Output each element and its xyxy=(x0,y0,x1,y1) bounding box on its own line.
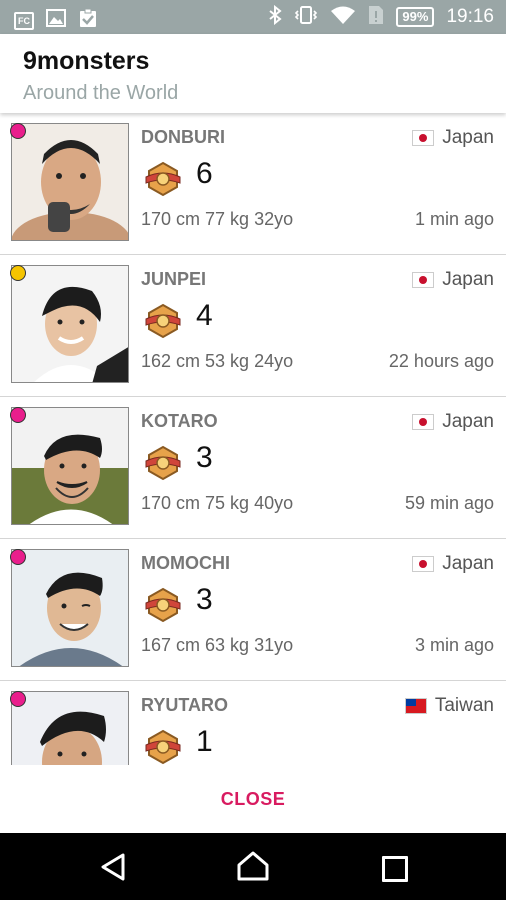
japan-flag-icon xyxy=(412,272,435,288)
dialog-footer: CLOSE xyxy=(0,765,506,833)
monster-count: 1 xyxy=(196,725,213,758)
list-item[interactable]: KOTARO Japan 3 170 cm 75 kg 40yo 59 min … xyxy=(0,397,506,539)
list-item[interactable]: RYUTARO Taiwan 1 xyxy=(0,681,506,765)
list-item[interactable]: JUNPEI Japan 4 162 cm 53 kg 24yo 22 hour… xyxy=(0,255,506,397)
country-label: Japan xyxy=(442,411,494,432)
user-list[interactable]: DONBURI Japan 6 170 cm 77 kg 32yo 1 min … xyxy=(0,113,506,765)
recent-apps-icon[interactable] xyxy=(382,856,408,882)
user-name: RYUTARO xyxy=(141,695,228,715)
user-name: MOMOCHI xyxy=(141,553,230,573)
back-icon[interactable] xyxy=(100,853,126,886)
dialog-header: 9monsters Around the World xyxy=(0,34,506,113)
user-country: Japan xyxy=(412,553,494,575)
monster-badge-icon xyxy=(143,727,183,765)
japan-flag-icon xyxy=(412,414,435,430)
user-name: JUNPEI xyxy=(141,269,207,289)
avatar[interactable] xyxy=(11,265,129,383)
avatar[interactable] xyxy=(11,549,129,667)
online-status-dot xyxy=(10,549,26,565)
image-icon xyxy=(46,9,66,32)
sim-icon xyxy=(368,5,384,30)
last-seen: 1 min ago xyxy=(414,209,494,229)
monster-count: 3 xyxy=(196,441,213,474)
list-item[interactable]: MOMOCHI Japan 3 167 cm 63 kg 31yo 3 min … xyxy=(0,539,506,681)
clipboard-check-icon xyxy=(78,8,98,33)
wifi-icon xyxy=(330,5,356,30)
online-status-dot xyxy=(10,691,26,707)
avatar[interactable] xyxy=(11,407,129,525)
list-item[interactable]: DONBURI Japan 6 170 cm 77 kg 32yo 1 min … xyxy=(0,113,506,255)
last-seen: 59 min ago xyxy=(404,493,494,513)
country-label: Japan xyxy=(442,127,494,148)
online-status-dot xyxy=(10,123,26,139)
country-label: Taiwan xyxy=(434,695,494,716)
user-stats: 170 cm 77 kg 32yo xyxy=(141,209,294,229)
user-name: DONBURI xyxy=(141,127,225,147)
last-seen: 3 min ago xyxy=(414,635,494,655)
user-name: KOTARO xyxy=(141,411,218,431)
home-icon[interactable] xyxy=(236,851,270,886)
user-country: Japan xyxy=(412,411,494,433)
user-country: Japan xyxy=(412,127,494,149)
monster-badge-icon xyxy=(143,159,183,204)
status-bar: FC 99% 19:16 xyxy=(0,0,506,34)
clock: 19:16 xyxy=(446,6,494,27)
user-stats: 162 cm 53 kg 24yo xyxy=(141,351,294,371)
navigation-bar xyxy=(0,833,506,900)
close-button[interactable]: CLOSE xyxy=(0,789,506,810)
japan-flag-icon xyxy=(412,130,435,146)
monster-badge-icon xyxy=(143,443,183,488)
bluetooth-icon xyxy=(268,4,283,30)
avatar[interactable] xyxy=(11,691,129,765)
monster-count: 3 xyxy=(196,583,213,616)
fc-icon: FC xyxy=(14,11,34,30)
monster-count: 4 xyxy=(196,299,213,332)
country-label: Japan xyxy=(442,269,494,290)
battery-indicator: 99% xyxy=(396,7,435,27)
online-status-dot xyxy=(10,265,26,281)
page-subtitle: Around the World xyxy=(23,82,179,104)
last-seen: 22 hours ago xyxy=(388,351,494,371)
user-stats: 170 cm 75 kg 40yo xyxy=(141,493,294,513)
vibrate-icon xyxy=(294,5,318,30)
user-country: Japan xyxy=(412,269,494,291)
monster-badge-icon xyxy=(143,301,183,346)
taiwan-flag-icon xyxy=(404,698,427,714)
monster-badge-icon xyxy=(143,585,183,630)
page-title: 9monsters xyxy=(23,47,150,75)
user-stats: 167 cm 63 kg 31yo xyxy=(141,635,294,655)
monster-count: 6 xyxy=(196,157,213,190)
country-label: Japan xyxy=(442,553,494,574)
avatar[interactable] xyxy=(11,123,129,241)
user-country: Taiwan xyxy=(404,695,494,717)
japan-flag-icon xyxy=(412,556,435,572)
online-status-dot xyxy=(10,407,26,423)
